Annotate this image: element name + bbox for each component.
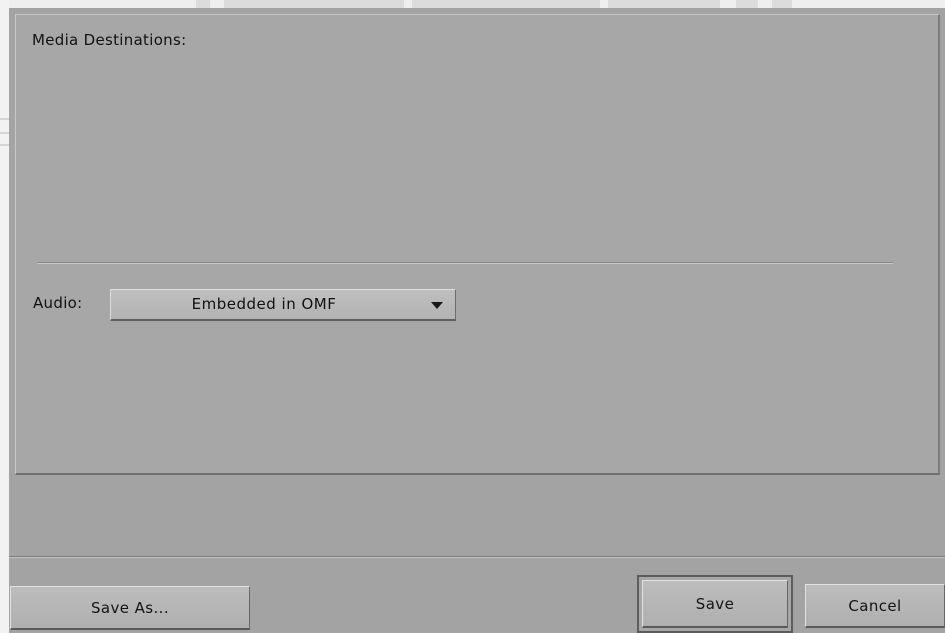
- background-segment: [412, 0, 600, 8]
- dialog-body: Media Destinations: Audio: Embedded in O…: [9, 8, 945, 633]
- chevron-down-icon: [431, 302, 443, 309]
- export-settings-window: Media Destinations: Audio: Embedded in O…: [0, 0, 945, 633]
- background-tick: [0, 144, 9, 146]
- save-button[interactable]: Save: [642, 580, 788, 628]
- background-segment: [772, 0, 792, 8]
- audio-destination-value: Embedded in OMF: [191, 295, 337, 313]
- background-segment: [736, 0, 758, 8]
- media-destinations-panel: Media Destinations: Audio: Embedded in O…: [15, 14, 940, 475]
- background-segment: [608, 0, 720, 8]
- save-as-button[interactable]: Save As...: [10, 586, 250, 630]
- media-destinations-label: Media Destinations:: [32, 31, 187, 49]
- audio-destination-select[interactable]: Embedded in OMF: [110, 289, 456, 321]
- background-window-edge: [0, 0, 9, 633]
- footer-divider: [9, 556, 945, 558]
- panel-divider: [37, 262, 893, 264]
- background-segment: [224, 0, 404, 8]
- cancel-button[interactable]: Cancel: [805, 584, 945, 628]
- background-window-strip: [0, 0, 945, 8]
- audio-label: Audio:: [33, 294, 83, 312]
- background-tick: [0, 118, 9, 120]
- background-tick: [0, 132, 9, 134]
- background-segment: [196, 0, 210, 8]
